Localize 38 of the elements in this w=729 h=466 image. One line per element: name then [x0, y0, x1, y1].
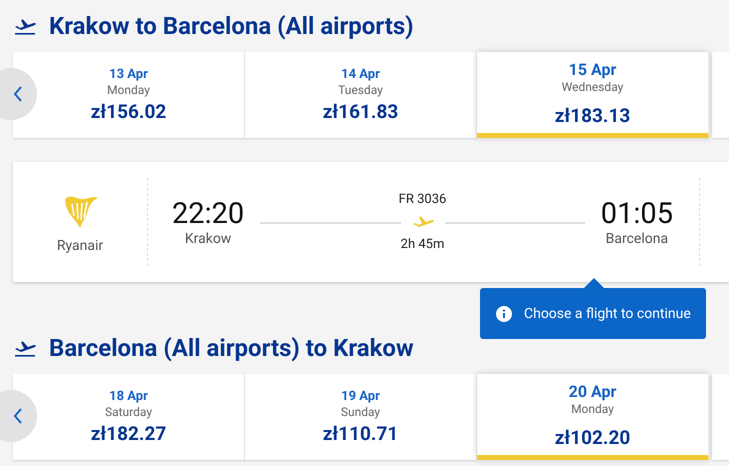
weekday-label: Tuesday: [338, 83, 383, 97]
fare-price: zł110.71: [322, 422, 398, 445]
date-tab[interactable]: 20 Apr Monday zł102.20: [477, 374, 709, 460]
date-label: 14 Apr: [341, 67, 380, 82]
fare-price: zł102.20: [554, 426, 630, 449]
tooltip-text: Choose a flight to continue: [524, 306, 691, 322]
airline-name: Ryanair: [56, 238, 104, 254]
date-label: 15 Apr: [568, 60, 616, 79]
date-label: 18 Apr: [109, 389, 148, 404]
date-label: 19 Apr: [341, 389, 380, 404]
flight-card[interactable]: Ryanair 22:20 Krakow FR 3036 2h 45m 01:05 Barcelona: [13, 162, 729, 282]
weekday-label: Wednesday: [562, 80, 624, 94]
fare-price: zł156.02: [90, 100, 166, 123]
fare-price: zł161.83: [322, 100, 398, 123]
date-tab[interactable]: 14 Apr Tuesday zł161.83: [245, 52, 477, 138]
fare-price: zł182.27: [90, 422, 166, 445]
date-label: 20 Apr: [568, 382, 616, 401]
arrival-city: Barcelona: [606, 231, 668, 247]
weekday-label: Sunday: [340, 405, 380, 419]
weekday-label: Monday: [107, 83, 150, 97]
route-title: Barcelona (All airports) to Krakow: [49, 334, 414, 362]
weekday-label: Saturday: [104, 405, 152, 419]
route-title: Krakow to Barcelona (All airports): [49, 12, 414, 40]
departure-time: 22:20: [172, 197, 244, 231]
date-tab[interactable]: 13 Apr Monday zł156.02: [13, 52, 245, 138]
flight-duration: 2h 45m: [400, 237, 444, 252]
departure-city: Krakow: [184, 231, 232, 247]
weekday-label: Monday: [571, 402, 614, 416]
chevron-left-icon: [13, 85, 23, 103]
date-tab[interactable]: 15 Apr Wednesday zł183.13: [477, 52, 709, 138]
chevron-left-icon: [13, 407, 23, 425]
date-tab[interactable]: 18 Apr Saturday zł182.27: [13, 374, 245, 460]
flight-number: FR 3036: [398, 192, 446, 207]
arrival-time: 01:05: [600, 197, 673, 231]
info-icon: [496, 306, 512, 322]
fare-price: zł183.13: [554, 104, 630, 127]
date-label: 13 Apr: [109, 67, 148, 82]
date-tab[interactable]: 19 Apr Sunday zł110.71: [245, 374, 477, 460]
